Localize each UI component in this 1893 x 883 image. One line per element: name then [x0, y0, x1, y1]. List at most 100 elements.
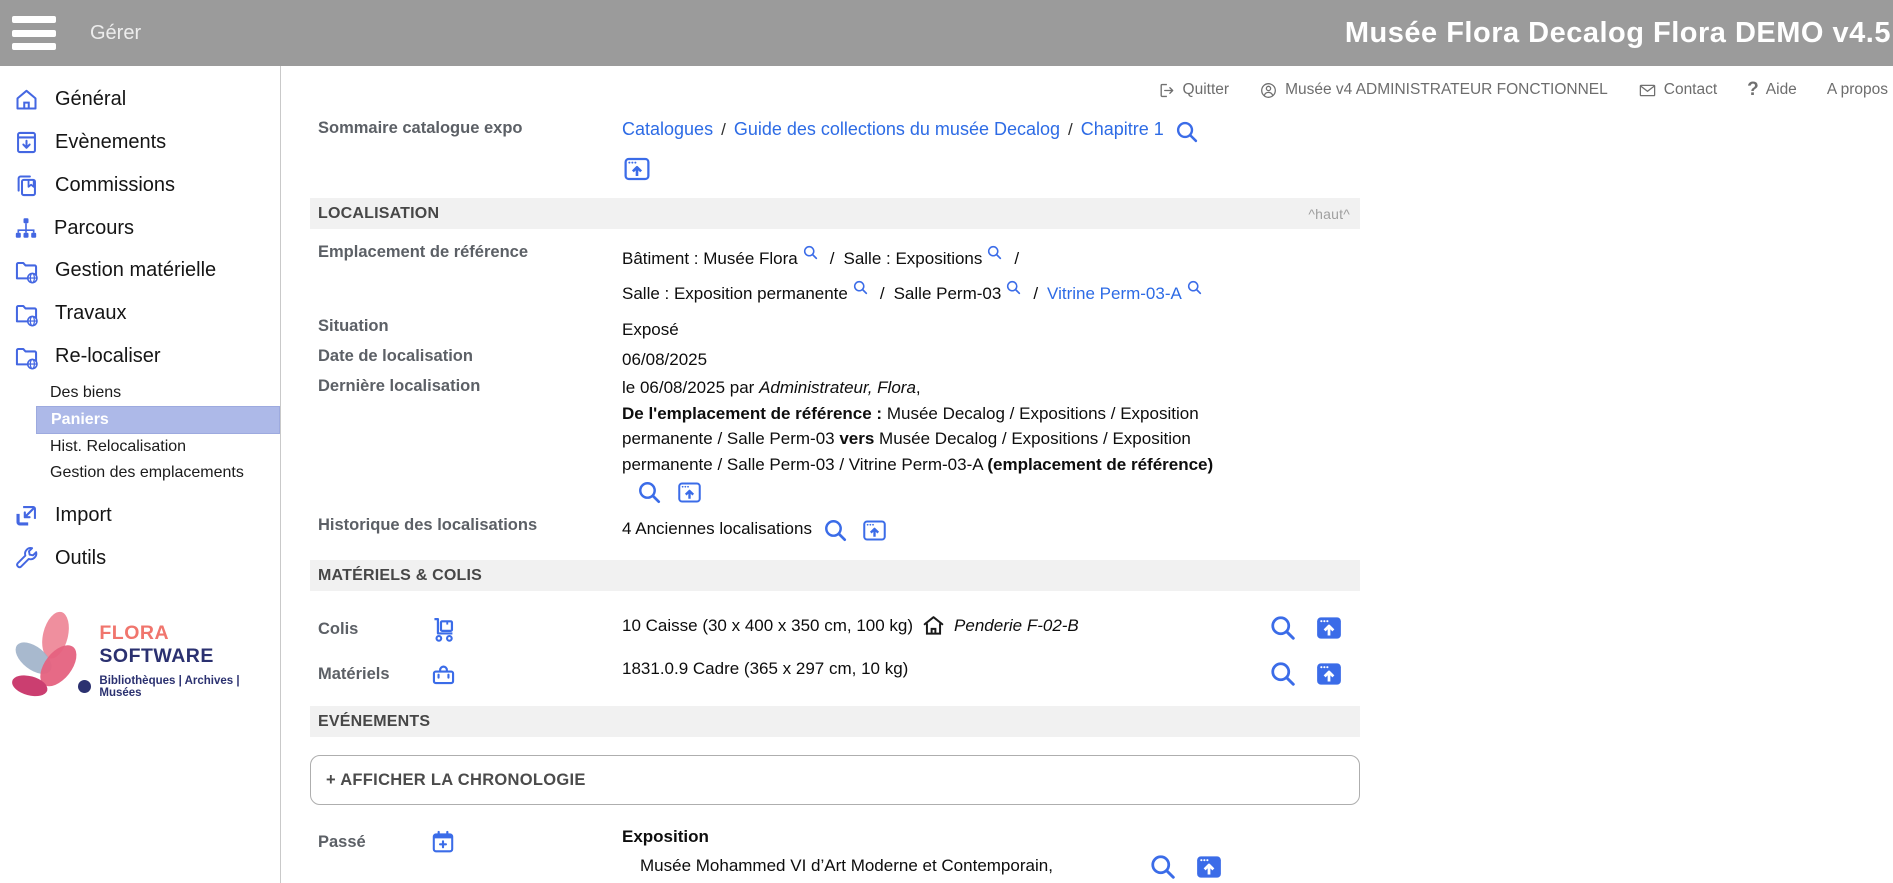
toolbox-icon[interactable]	[430, 661, 457, 688]
sidebar-item-evenements[interactable]: Evènements	[0, 121, 280, 164]
colis-label: Colis	[318, 620, 430, 639]
materiels-value: 1831.0.9 Cadre (365 x 297 cm, 10 kg)	[622, 659, 908, 678]
breadcrumb-chapitre[interactable]: Chapitre 1	[1081, 119, 1164, 139]
emplacement-line-1: Bâtiment : Musée Flora/Salle : Expositio…	[622, 241, 1240, 276]
search-icon[interactable]	[822, 517, 849, 544]
search-icon[interactable]	[1148, 852, 1178, 882]
quitter-button[interactable]: Quitter	[1157, 81, 1230, 100]
back-to-top-link[interactable]: ^haut^	[1308, 206, 1350, 222]
trolley-icon[interactable]	[430, 615, 458, 643]
colis-location: Penderie F-02-B	[954, 616, 1079, 636]
colis-value: 10 Caisse (30 x 400 x 350 cm, 100 kg)	[622, 616, 913, 636]
der-comma: ,	[916, 378, 921, 397]
contact-label: Contact	[1664, 81, 1717, 99]
folder-globe-icon	[13, 343, 40, 370]
apropos-button[interactable]: A propos	[1827, 81, 1888, 99]
search-icon[interactable]	[1174, 119, 1200, 145]
open-window-icon[interactable]	[1314, 613, 1344, 643]
search-icon[interactable]	[636, 479, 663, 506]
historique-label: Historique des localisations	[310, 514, 622, 535]
section-evenements-title: EVÉNEMENTS	[318, 713, 430, 731]
logo-tagline: Bibliothèques | Archives | Musées	[99, 675, 280, 699]
search-icon[interactable]	[1005, 279, 1022, 296]
sidebar-subitem-gestion-emplacements[interactable]: Gestion des emplacements	[0, 460, 280, 486]
sidebar-subitem-des-biens[interactable]: Des biens	[0, 380, 280, 406]
user-label: Musée v4 ADMINISTRATEUR FONCTIONNEL	[1285, 81, 1608, 99]
date-localisation-row: Date de localisation 06/08/2025	[310, 345, 1360, 375]
location-separator: /	[1033, 284, 1038, 303]
derniere-localisation-value: le 06/08/2025 par Administrateur, Flora,…	[622, 375, 1354, 504]
sidebar-item-label: Import	[55, 504, 112, 527]
historique-row: Historique des localisations 4 Anciennes…	[310, 514, 1360, 544]
afficher-chronologie-button[interactable]: + AFFICHER LA CHRONOLOGIE	[310, 755, 1360, 805]
der-intro: le 06/08/2025 par	[622, 378, 759, 397]
search-icon[interactable]	[1186, 279, 1203, 296]
sidebar-item-travaux[interactable]: Travaux	[0, 292, 280, 335]
search-icon[interactable]	[802, 244, 819, 261]
search-icon[interactable]	[986, 244, 1003, 261]
contact-button[interactable]: Contact	[1638, 81, 1717, 100]
breadcrumb-separator: /	[1068, 120, 1073, 139]
date-localisation-label: Date de localisation	[310, 345, 622, 366]
import-icon	[13, 502, 40, 529]
aide-label: Aide	[1766, 81, 1797, 99]
menu-label[interactable]: Gérer	[90, 22, 141, 45]
sidebar-item-commissions[interactable]: Commissions	[0, 164, 280, 207]
sidebar-subitem-hist-relocalisation[interactable]: Hist. Relocalisation	[0, 434, 280, 460]
breadcrumb-guide[interactable]: Guide des collections du musée Decalog	[734, 119, 1060, 139]
sidebar-item-general[interactable]: Général	[0, 78, 280, 121]
emplacement-row: Emplacement de référence Bâtiment : Musé…	[310, 241, 1360, 311]
brand-software: SOFTWARE	[99, 645, 214, 667]
open-window-icon[interactable]	[861, 517, 888, 544]
situation-row: Situation Exposé	[310, 315, 1360, 345]
sidebar-item-relocaliser[interactable]: Re-localiser	[0, 335, 280, 378]
aide-button[interactable]: ? Aide	[1747, 79, 1797, 101]
passe-row: Passé Exposition Musée Mohammed VI d’Art…	[310, 827, 1360, 876]
date-localisation-value: 06/08/2025	[622, 345, 1360, 375]
sidebar-item-gestion-materielle[interactable]: Gestion matérielle	[0, 249, 280, 292]
apropos-label: A propos	[1827, 81, 1888, 99]
sidebar-item-import[interactable]: Import	[0, 494, 280, 537]
location-separator: /	[830, 249, 835, 268]
emplacement-line-2: Salle : Exposition permanente/Salle Perm…	[622, 276, 1240, 311]
der-from-label: De l'emplacement de référence :	[622, 404, 887, 423]
sidebar-item-parcours[interactable]: Parcours	[0, 207, 280, 249]
sidebar-item-label: Re-localiser	[55, 345, 161, 368]
flora-software-logo: FLORA SOFTWARE Bibliothèques | Archives …	[4, 604, 280, 716]
sidebar-item-label: Travaux	[55, 302, 127, 325]
open-window-icon[interactable]	[1314, 659, 1344, 689]
current-user[interactable]: Musée v4 ADMINISTRATEUR FONCTIONNEL	[1259, 81, 1608, 100]
search-icon[interactable]	[852, 279, 869, 296]
historique-text: 4 Anciennes localisations	[622, 519, 812, 538]
section-materiels-title: MATÉRIELS & COLIS	[318, 567, 482, 585]
der-vers: vers	[839, 429, 879, 448]
archive-down-icon	[13, 129, 40, 156]
sidebar-subitem-paniers[interactable]: Paniers	[36, 406, 280, 434]
location-vitrine-link[interactable]: Vitrine Perm-03-A	[1047, 284, 1182, 303]
hamburger-menu-icon[interactable]	[10, 13, 58, 53]
flora-petals-logo-icon	[4, 604, 99, 716]
search-icon[interactable]	[1268, 613, 1298, 643]
mail-icon	[1638, 81, 1657, 100]
person-icon	[1259, 81, 1278, 100]
calendar-plus-icon[interactable]	[430, 829, 456, 855]
section-localisation-title: LOCALISATION	[318, 205, 439, 223]
sidebar-item-label: Commissions	[55, 174, 175, 197]
summary-row: Sommaire catalogue expo Catalogues/Guide…	[310, 117, 1360, 184]
materiels-row: Matériels 1831.0.9 Cadre (365 x 297 cm, …	[310, 659, 1360, 688]
sidebar-item-outils[interactable]: Outils	[0, 537, 280, 580]
event-detail-row: Musée Mohammed VI d’Art Moderne et Conte…	[622, 856, 1240, 876]
section-localisation: LOCALISATION ^haut^	[310, 198, 1360, 229]
sitemap-icon	[13, 215, 39, 241]
sidebar-item-label: Parcours	[54, 217, 134, 240]
open-window-icon[interactable]	[622, 154, 652, 184]
location-batiment: Bâtiment : Musée Flora	[622, 249, 798, 268]
open-window-icon[interactable]	[676, 479, 703, 506]
search-icon[interactable]	[1268, 659, 1298, 689]
location-salle-perm-03: Salle Perm-03	[894, 284, 1002, 303]
sidebar: Général Evènements Commissions Parcours …	[0, 66, 281, 883]
breadcrumb-catalogues[interactable]: Catalogues	[622, 119, 713, 139]
open-window-icon[interactable]	[1194, 852, 1224, 882]
historique-value: 4 Anciennes localisations	[622, 514, 1360, 544]
app-window: Gérer Musée Flora Decalog Flora DEMO v4.…	[0, 0, 1893, 883]
